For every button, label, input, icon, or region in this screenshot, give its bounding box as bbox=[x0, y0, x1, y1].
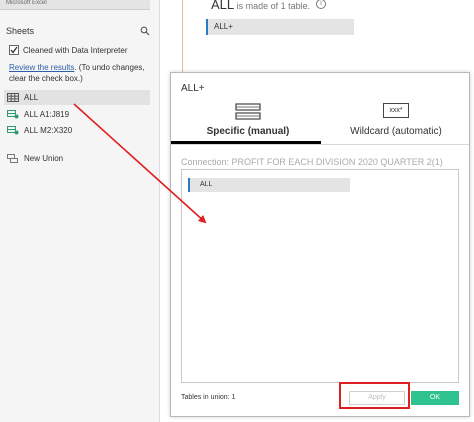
dialog-title: ALL+ bbox=[181, 83, 205, 94]
connection-type: Microsoft Excel bbox=[6, 0, 47, 6]
canvas-table-chip[interactable]: ALL+ bbox=[206, 19, 354, 35]
named-range-icon bbox=[7, 126, 19, 135]
tab-wildcard-automatic[interactable]: xxx* Wildcard (automatic) bbox=[339, 99, 453, 143]
connection-box[interactable]: Microsoft Excel bbox=[0, 0, 150, 10]
review-results-link[interactable]: Review the results bbox=[9, 63, 74, 72]
connection-label: Connection: PROFIT FOR EACH DIVISION 202… bbox=[181, 157, 443, 167]
data-interpreter-checkbox[interactable] bbox=[9, 45, 19, 55]
table-icon bbox=[7, 93, 19, 102]
review-message: Review the results. (To undo changes, cl… bbox=[9, 62, 154, 84]
canvas-title-rest: is made of 1 table. bbox=[234, 1, 311, 11]
specific-tables-icon bbox=[235, 103, 261, 120]
canvas-title: ALL is made of 1 table. bbox=[211, 0, 310, 12]
tab-label: Wildcard (automatic) bbox=[350, 126, 442, 137]
check-icon bbox=[10, 46, 18, 54]
sheet-item-label: ALL M2:X320 bbox=[24, 126, 73, 135]
named-range-icon bbox=[7, 110, 19, 119]
wildcard-icon: xxx* bbox=[383, 103, 409, 118]
union-table-item[interactable]: ALL bbox=[188, 178, 350, 192]
sheet-item-label: ALL bbox=[24, 93, 39, 102]
canvas-divider bbox=[182, 0, 183, 75]
union-icon bbox=[7, 154, 18, 163]
union-tables-list[interactable]: ALL bbox=[181, 169, 459, 383]
ok-button[interactable]: OK bbox=[411, 391, 459, 405]
tables-in-union-count: Tables in union: 1 bbox=[181, 394, 236, 401]
sheet-item-label: ALL A1:J819 bbox=[24, 110, 70, 119]
info-icon[interactable]: i bbox=[316, 0, 326, 9]
sheet-item-label: New Union bbox=[24, 154, 64, 163]
sheet-item-all-m2-x320[interactable]: ALL M2:X320 bbox=[4, 123, 150, 138]
search-icon[interactable] bbox=[140, 26, 150, 36]
sheets-panel: Microsoft Excel Sheets Cleaned with Data… bbox=[0, 0, 160, 422]
data-interpreter-label: Cleaned with Data Interpreter bbox=[23, 46, 128, 55]
canvas-title-table: ALL bbox=[211, 0, 235, 12]
apply-button[interactable]: Apply bbox=[349, 391, 405, 405]
tab-divider bbox=[171, 144, 469, 145]
wildcard-icon-text: xxx* bbox=[389, 107, 403, 114]
sheet-item-all[interactable]: ALL bbox=[4, 90, 150, 105]
sheets-title: Sheets bbox=[6, 26, 35, 36]
new-union-item[interactable]: New Union bbox=[4, 151, 150, 166]
sheet-item-all-a1-j819[interactable]: ALL A1:J819 bbox=[4, 107, 150, 122]
tab-specific-manual[interactable]: Specific (manual) bbox=[189, 99, 307, 143]
edit-union-dialog: ALL+ Specific (manual) xxx* Wildcard (au… bbox=[170, 72, 470, 417]
tab-label: Specific (manual) bbox=[206, 126, 290, 137]
